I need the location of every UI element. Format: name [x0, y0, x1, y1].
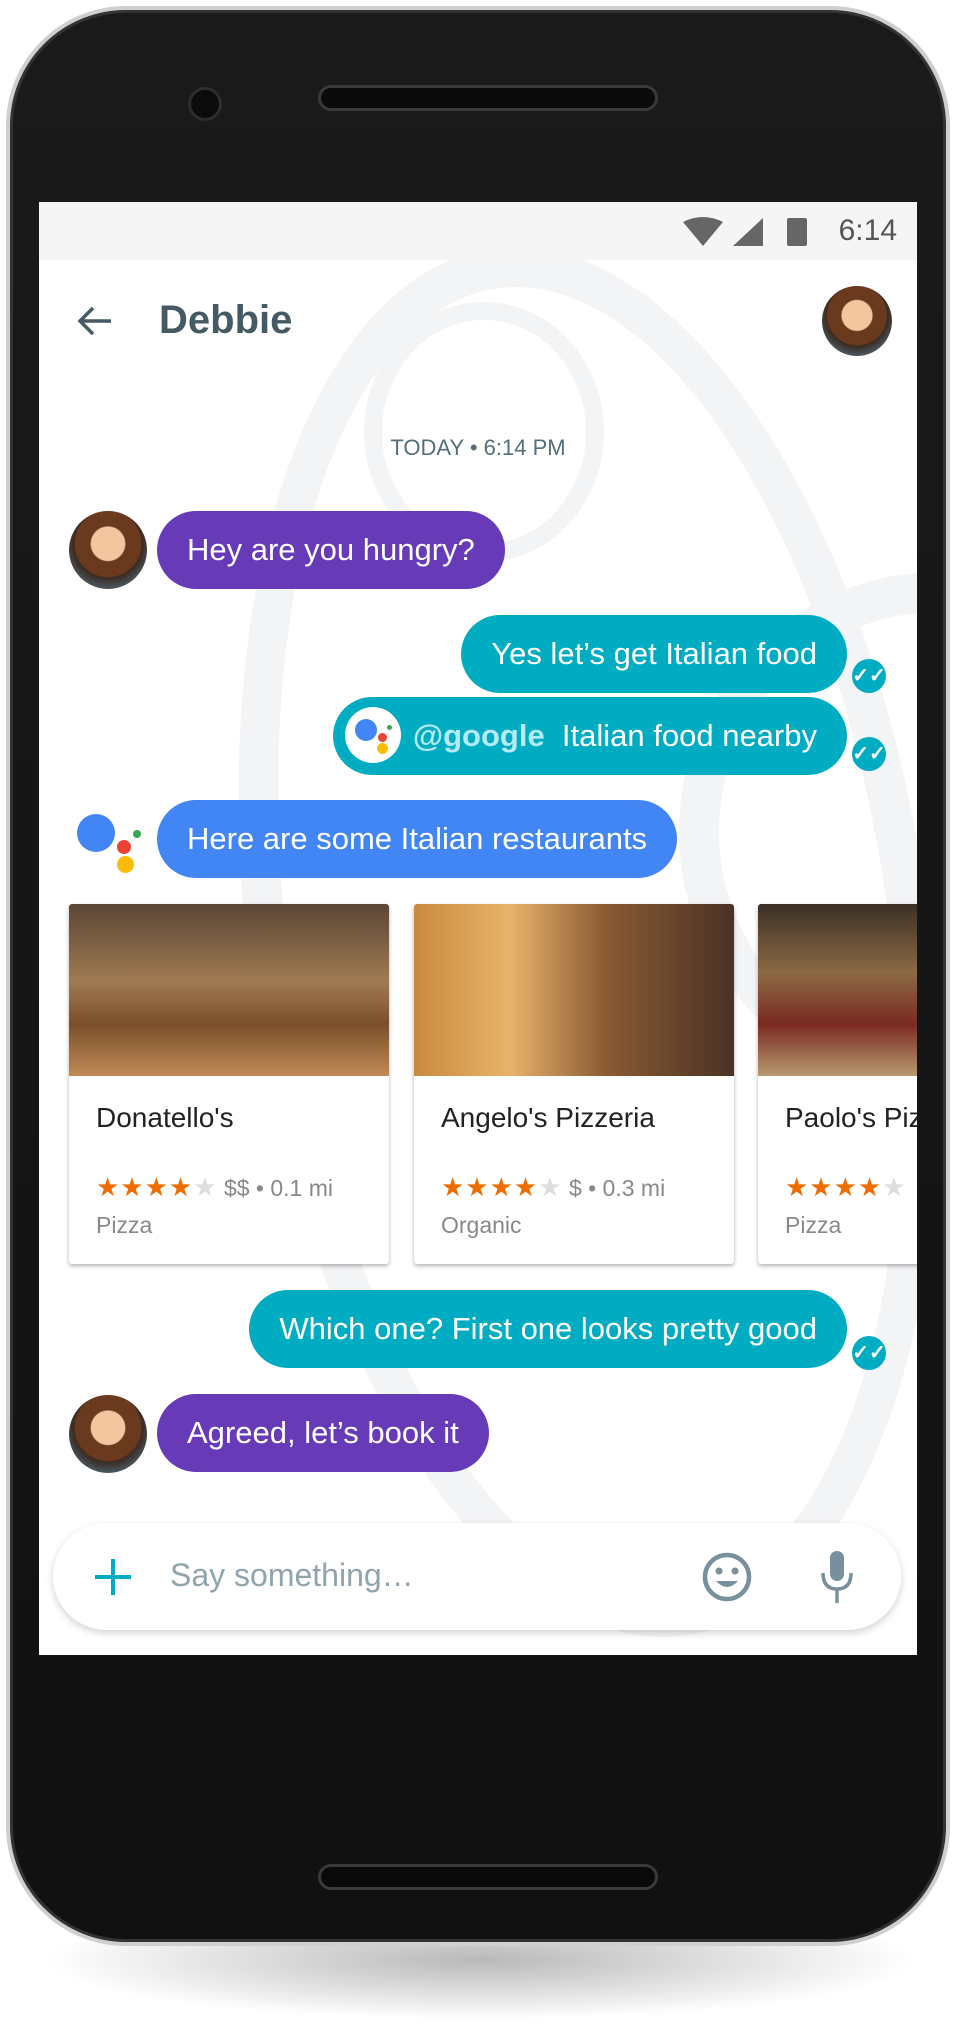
- restaurant-photo: [69, 904, 389, 1076]
- restaurant-meta: ★★★★★ $ • 0.3 mi: [441, 1172, 665, 1203]
- restaurant-category: Organic: [441, 1212, 522, 1238]
- contact-avatar[interactable]: [822, 286, 892, 356]
- message-outgoing: Which one? First one looks pretty good: [249, 1290, 847, 1368]
- read-check-icon: ✓✓: [852, 737, 886, 771]
- restaurant-card[interactable]: Angelo's Pizzeria ★★★★★ $ • 0.3 mi Organ…: [414, 904, 734, 1264]
- star-rating-icon: ★★★★★: [441, 1172, 563, 1202]
- bottom-speaker: [318, 1864, 658, 1890]
- restaurant-card[interactable]: Donatello's ★★★★★ $$ • 0.1 mi Pizza: [69, 904, 389, 1264]
- star-rating-icon: ★★★★★: [96, 1172, 218, 1202]
- message-outgoing: Yes let’s get Italian food: [461, 615, 847, 693]
- restaurant-name: Donatello's: [96, 1102, 234, 1133]
- restaurant-photo: [758, 904, 917, 1076]
- mention: @google: [412, 718, 545, 753]
- message-incoming: Agreed, let’s book it: [157, 1394, 489, 1472]
- message-composer: Say something…: [53, 1523, 901, 1630]
- wifi-icon: [683, 217, 723, 246]
- restaurant-category: Pizza: [785, 1212, 842, 1238]
- read-check-icon: ✓✓: [852, 659, 886, 693]
- message-text: Italian food nearby: [561, 718, 817, 753]
- top-speaker: [318, 85, 658, 111]
- restaurant-category: Pizza: [96, 1212, 153, 1238]
- cell-signal-icon: [733, 218, 763, 246]
- google-assistant-icon: [77, 806, 143, 873]
- status-icons: [683, 217, 807, 246]
- restaurant-photo: [414, 904, 734, 1076]
- arrow-left-icon[interactable]: [77, 305, 113, 337]
- status-time: 6:14: [838, 214, 897, 247]
- plus-icon[interactable]: [93, 1557, 133, 1597]
- timestamp: TODAY • 6:14 PM: [390, 435, 566, 460]
- restaurant-name: Angelo's Pizzeria: [441, 1102, 655, 1133]
- debbie-avatar: [69, 1395, 147, 1473]
- message-input[interactable]: Say something…: [170, 1557, 414, 1594]
- message-assistant: Here are some Italian restaurants: [157, 800, 678, 878]
- screen: 6:14 Debbie TODAY • 6:14 PM Hey are you …: [39, 202, 917, 1655]
- star-rating-icon: ★★★★★: [785, 1172, 907, 1202]
- front-camera: [188, 87, 222, 121]
- restaurant-meta: ★★★★★: [785, 1172, 907, 1203]
- mic-icon[interactable]: [819, 1549, 855, 1605]
- restaurant-name: Paolo's Pizzeria: [785, 1102, 917, 1133]
- status-bar: 6:14: [39, 202, 917, 260]
- restaurant-meta: ★★★★★ $$ • 0.1 mi: [96, 1172, 333, 1203]
- price-distance: $$ • 0.1 mi: [223, 1175, 333, 1201]
- conversation-title: Debbie: [159, 298, 293, 342]
- emoji-icon[interactable]: [701, 1551, 753, 1603]
- restaurant-card[interactable]: Paolo's Pizzeria ★★★★★ Pizza: [758, 904, 917, 1264]
- message-outgoing-mention: @google Italian food nearby: [332, 697, 847, 775]
- price-distance: $ • 0.3 mi: [568, 1175, 666, 1201]
- battery-icon: [787, 218, 807, 246]
- read-check-icon: ✓✓: [852, 1336, 886, 1370]
- debbie-avatar: [69, 511, 147, 589]
- assistant-logo-icon: [344, 706, 401, 763]
- message-incoming: Hey are you hungry?: [157, 511, 505, 589]
